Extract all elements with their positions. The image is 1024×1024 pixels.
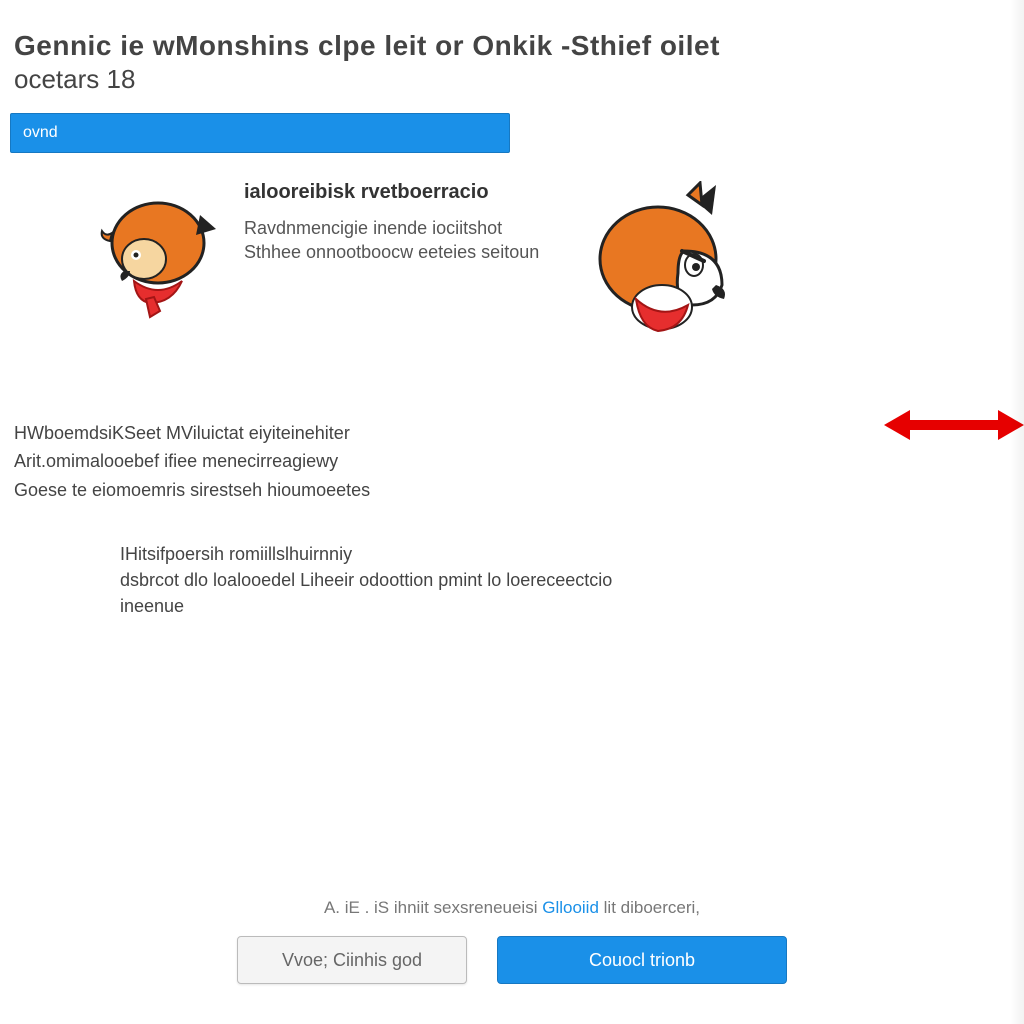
paragraph-line-3: Goese te eiomoemris sirestseh hioumoeete… bbox=[14, 478, 814, 502]
sub-paragraph-line-3: ineenue bbox=[120, 594, 814, 618]
secondary-button-label: Vvoe; Ciinhis god bbox=[282, 950, 422, 971]
intro-row: ialooreibisk rvetboerracio Ravdnmencigie… bbox=[10, 181, 880, 351]
button-row: Vvoe; Ciinhis god Couocl trionb bbox=[0, 936, 1024, 984]
double-arrow-icon bbox=[884, 400, 1024, 450]
sub-paragraph-line-1: IHitsifpoersih romiillslhuirnniy bbox=[120, 542, 814, 566]
paragraph-block: HWboemdsiKSeet MViluictat eiyiteinehiter… bbox=[10, 421, 994, 502]
primary-button-label: Couocl trionb bbox=[589, 950, 695, 971]
intro-body: Ravdnmencigie inende iociitshot Sthhee o… bbox=[244, 216, 564, 265]
paragraph-line-1: HWboemdsiKSeet MViluictat eiyiteinehiter bbox=[14, 421, 814, 445]
page-title-line1: Gennic ie wMonshins clpe leit or Onkik -… bbox=[14, 30, 994, 62]
sub-paragraph-line-2: dsbrcot dlo loalooedel Liheeir odoottion… bbox=[120, 568, 814, 592]
primary-button[interactable]: Couocl trionb bbox=[497, 936, 787, 984]
footer-caption-prefix: A. iE . iS ihniit sexsreneueisi bbox=[324, 898, 542, 917]
intro-heading: ialooreibisk rvetboerracio bbox=[244, 181, 564, 204]
page-title-line2: ocetars 18 bbox=[14, 64, 994, 95]
mascot-fox-left bbox=[100, 181, 220, 321]
page-title-block: Gennic ie wMonshins clpe leit or Onkik -… bbox=[10, 30, 994, 95]
paragraph-line-2: Arit.omimalooebef ifiee menecirreagiewy bbox=[14, 449, 814, 473]
section-banner-label: ovnd bbox=[23, 124, 58, 142]
right-shadow-edge bbox=[1010, 0, 1024, 1024]
section-banner[interactable]: ovnd bbox=[10, 113, 510, 153]
secondary-button[interactable]: Vvoe; Ciinhis god bbox=[237, 936, 467, 984]
footer-caption: A. iE . iS ihniit sexsreneueisi Gllooiid… bbox=[0, 898, 1024, 918]
mascot-fox-right bbox=[588, 181, 738, 351]
sub-paragraph-block: IHitsifpoersih romiillslhuirnniy dsbrcot… bbox=[10, 542, 994, 619]
page-root: Gennic ie wMonshins clpe leit or Onkik -… bbox=[0, 0, 1024, 1024]
footer-caption-link[interactable]: Gllooiid bbox=[542, 898, 599, 917]
footer-area: A. iE . iS ihniit sexsreneueisi Gllooiid… bbox=[0, 898, 1024, 984]
footer-caption-suffix: lit diboerceri, bbox=[604, 898, 700, 917]
intro-text-block: ialooreibisk rvetboerracio Ravdnmencigie… bbox=[244, 181, 564, 265]
